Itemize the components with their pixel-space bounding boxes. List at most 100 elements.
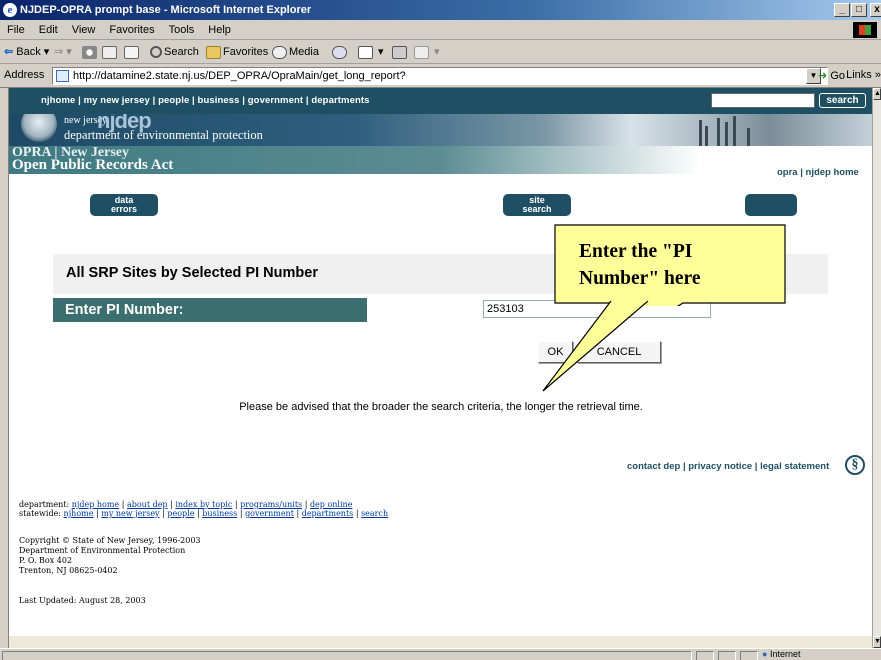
nav-pill-button[interactable]	[745, 194, 797, 216]
footer-link-search[interactable]: search	[361, 509, 388, 518]
site-search-input[interactable]	[711, 93, 815, 108]
site-nav-links[interactable]: njhome | my new jersey | people | busine…	[41, 95, 370, 106]
menu-favorites[interactable]: Favorites	[102, 20, 161, 40]
window-title: NJDEP-OPRA prompt base - Microsoft Inter…	[20, 4, 312, 16]
data-errors-label-2: errors	[110, 204, 137, 214]
banner-tree	[699, 120, 702, 146]
page-icon	[56, 70, 69, 82]
forward-button[interactable]: ⇒ ▾	[54, 43, 72, 61]
links-button[interactable]: Links »	[846, 69, 881, 81]
refresh-button[interactable]	[102, 43, 119, 61]
history-icon	[332, 45, 347, 59]
links-label: Links	[846, 69, 872, 81]
back-button[interactable]: ⇐ Back ▾	[4, 43, 49, 61]
callout-line-1: Enter the "PI	[579, 241, 693, 262]
status-text-pane	[2, 651, 692, 660]
opra-header: OPRA | New Jersey Open Public Records Ac…	[9, 145, 872, 174]
address-label: Address	[4, 69, 45, 81]
internet-zone: ● Internet	[762, 649, 800, 659]
minimize-button[interactable]: _	[834, 3, 850, 17]
search-label: Search	[164, 46, 199, 58]
back-arrow-icon: ⇐	[4, 46, 14, 58]
status-bar: ● Internet	[0, 648, 881, 660]
site-search-nav-button[interactable]: site search	[503, 194, 571, 216]
windows-logo-icon	[853, 22, 877, 38]
menu-file[interactable]: File	[0, 20, 32, 40]
media-button[interactable]: Media	[272, 43, 319, 61]
footer-link-njdep-home[interactable]: njdep home	[72, 500, 119, 509]
banner-department: department of environmental protection	[64, 128, 263, 142]
go-arrow-icon: ➜	[818, 70, 828, 82]
vertical-scrollbar[interactable]: ▲ ▼	[872, 88, 881, 648]
opra-title-line2: Open Public Records Act	[12, 157, 174, 173]
footer-link-njhome[interactable]: njhome	[64, 509, 94, 518]
print-icon	[392, 45, 407, 59]
print-button[interactable]	[392, 43, 409, 61]
retrieval-advice: Please be advised that the broader the s…	[239, 401, 643, 413]
footer-link-government[interactable]: government	[245, 509, 294, 518]
mail-button[interactable]: ▾	[358, 43, 384, 61]
pi-number-label: Enter PI Number:	[53, 298, 367, 322]
statewide-links-line: statewide: njhome | my new jersey | peop…	[19, 509, 389, 518]
stop-icon	[82, 45, 97, 59]
site-search-button[interactable]: search	[819, 93, 866, 108]
nj-seal-icon	[21, 114, 57, 142]
page-viewport: njhome | my new jersey | people | busine…	[8, 88, 872, 648]
menu-help[interactable]: Help	[201, 20, 238, 40]
footer-link-dep-online[interactable]: dep online	[310, 500, 353, 509]
city-address: Trenton, NJ 08625-0402	[19, 566, 118, 575]
media-icon	[272, 45, 287, 59]
footer-link-departments[interactable]: departments	[302, 509, 354, 518]
favorites-button[interactable]: Favorites	[206, 43, 268, 61]
home-button[interactable]	[124, 43, 141, 61]
footer-link-my-new-jersey[interactable]: my new jersey	[101, 509, 159, 518]
address-input[interactable]: http://datamine2.state.nj.us/DEP_OPRA/Op…	[52, 67, 828, 85]
contact-privacy-legal-links[interactable]: contact dep | privacy notice | legal sta…	[627, 461, 829, 472]
banner-tree	[717, 118, 720, 146]
copyright-block: Copyright © State of New Jersey, 1996-20…	[19, 536, 201, 576]
history-button[interactable]	[332, 43, 349, 61]
report-heading: All SRP Sites by Selected PI Number	[66, 265, 318, 281]
menu-view[interactable]: View	[65, 20, 103, 40]
banner-tree	[725, 122, 728, 146]
go-button[interactable]: ➜ Go	[818, 69, 845, 82]
footer-link-business[interactable]: business	[202, 509, 237, 518]
data-errors-button[interactable]: data errors	[90, 194, 158, 216]
nj-state-icon[interactable]: §	[845, 455, 865, 475]
footer-link-programs-units[interactable]: programs/units	[240, 500, 302, 509]
magnifier-icon	[150, 46, 162, 59]
media-label: Media	[289, 46, 319, 58]
footer-link-about-dep[interactable]: about dep	[127, 500, 168, 509]
footer-link-index-by-topic[interactable]: index by topic	[175, 500, 232, 509]
banner-tree	[747, 128, 750, 146]
address-bar: Address http://datamine2.state.nj.us/DEP…	[0, 64, 881, 88]
close-button[interactable]: x	[870, 3, 881, 17]
mail-icon	[358, 45, 373, 59]
last-updated: Last Updated: August 28, 2003	[19, 596, 146, 605]
edit-icon	[414, 45, 429, 59]
menu-edit[interactable]: Edit	[32, 20, 65, 40]
page-bottom-band	[9, 608, 872, 648]
footer-link-people[interactable]: people	[167, 509, 194, 518]
toolbar: ⇐ Back ▾ ⇒ ▾ Search Favorites Media ▾ ▾	[0, 40, 881, 64]
scroll-up-button[interactable]: ▲	[873, 88, 881, 100]
menu-tools[interactable]: Tools	[162, 20, 202, 40]
stop-button[interactable]	[82, 43, 99, 61]
refresh-icon	[102, 45, 117, 59]
banner-tree	[705, 126, 708, 146]
opra-home-links[interactable]: opra | njdep home	[777, 167, 859, 178]
maximize-button[interactable]: □	[851, 3, 867, 17]
window-title-bar: e NJDEP-OPRA prompt base - Microsoft Int…	[0, 0, 881, 20]
menu-bar: File Edit View Favorites Tools Help	[0, 20, 881, 40]
back-label: Back	[16, 46, 41, 58]
instruction-callout: Enter the "PI Number" here	[552, 223, 789, 306]
search-button[interactable]: Search	[150, 43, 199, 61]
edit-button[interactable]: ▾	[414, 43, 440, 61]
copyright-text: Copyright © State of New Jersey, 1996-20…	[19, 536, 201, 545]
scroll-down-button[interactable]: ▼	[873, 636, 881, 648]
globe-icon: ●	[762, 649, 768, 659]
njdep-banner: new jersey njdep department of environme…	[9, 114, 872, 146]
status-pane	[718, 651, 736, 660]
callout-line-2: Number" here	[579, 268, 701, 289]
favorites-folder-icon	[206, 45, 221, 59]
